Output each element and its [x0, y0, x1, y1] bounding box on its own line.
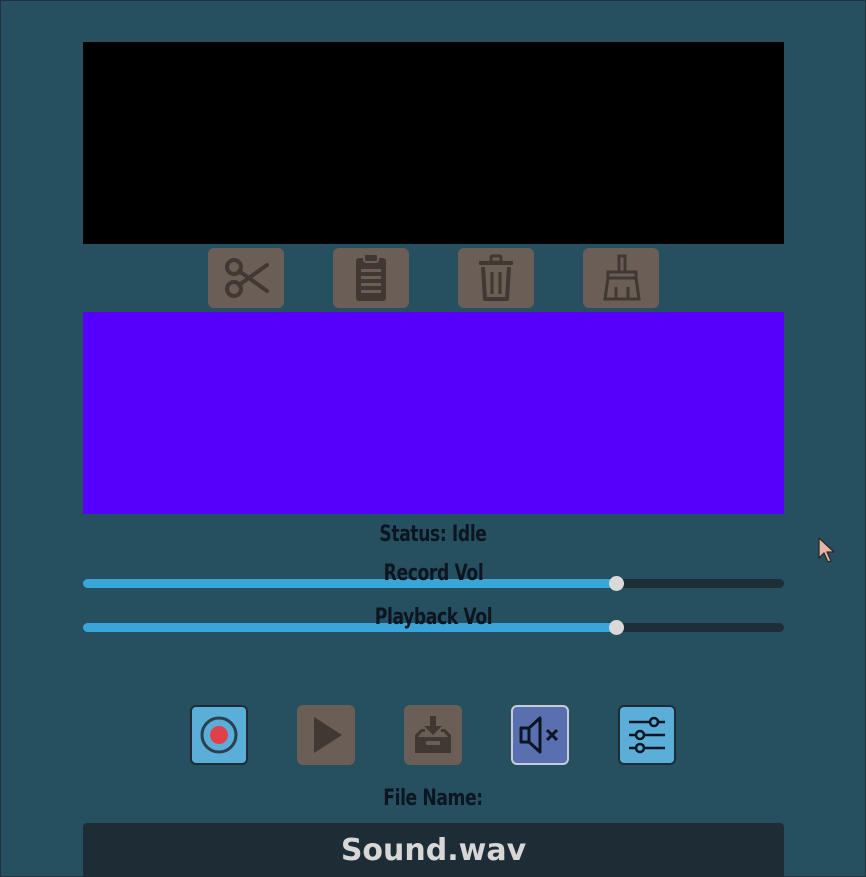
paste-button[interactable] [333, 248, 409, 308]
clear-button[interactable] [583, 248, 659, 308]
file-name-input[interactable] [83, 823, 784, 877]
save-tray-icon [415, 716, 451, 753]
settings-button[interactable] [618, 705, 676, 765]
record-volume-label: Record Vol [383, 561, 484, 586]
broom-icon [603, 254, 641, 301]
edit-toolbar [0, 248, 866, 308]
clipboard-icon [356, 253, 386, 301]
delete-button[interactable] [458, 248, 534, 308]
play-icon [314, 717, 342, 753]
mouse-cursor-icon [818, 537, 835, 563]
trash-icon [479, 254, 513, 301]
mute-button[interactable] [511, 705, 569, 765]
file-name-label: File Name: [383, 786, 483, 811]
clipboard-waveform-display[interactable] [83, 312, 784, 514]
sliders-settings-icon [629, 716, 665, 754]
record-button[interactable] [190, 705, 248, 765]
speaker-mute-icon [519, 716, 559, 754]
recorded-waveform-display[interactable] [83, 42, 784, 244]
status-label: Status: Idle [379, 522, 487, 547]
playback-volume-label: Playback Vol [374, 605, 493, 630]
save-button[interactable] [404, 705, 462, 765]
playback-volume-slider[interactable]: Playback Vol [83, 605, 784, 639]
record-volume-slider[interactable]: Record Vol [83, 561, 784, 595]
transport-toolbar [0, 705, 866, 765]
play-button[interactable] [297, 705, 355, 765]
cut-button[interactable] [208, 248, 284, 308]
record-icon [200, 716, 238, 754]
scissors-icon [225, 258, 269, 298]
